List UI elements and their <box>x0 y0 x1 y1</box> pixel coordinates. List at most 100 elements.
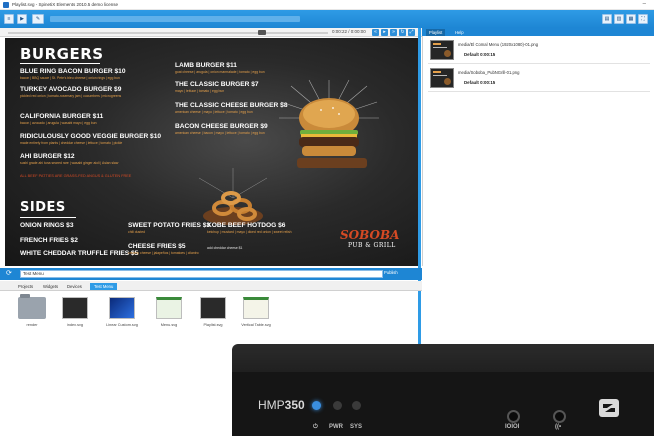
sys-led <box>352 401 361 410</box>
menu-item: THE CLASSIC CHEESE BURGER $8 <box>175 102 288 109</box>
tab-help[interactable]: Help <box>452 29 467 36</box>
search-input[interactable]: Test Menu <box>20 270 383 278</box>
file-tile-menu[interactable]: Menu.svg <box>151 297 187 327</box>
minimize-icon[interactable]: – <box>643 1 646 7</box>
spinetix-logo-icon <box>599 399 619 417</box>
sides-heading: SIDES <box>20 200 66 215</box>
refresh-icon[interactable]: ⟳ <box>6 270 14 278</box>
brand-name: SOBOBA <box>340 228 400 242</box>
right-panel-tabs: Playlist Help <box>422 28 654 36</box>
menu-button[interactable]: ≡ <box>4 14 14 24</box>
menu-item: ONION RINGS $3 <box>20 222 74 229</box>
sides-underline <box>20 217 76 218</box>
toolbar-field[interactable] <box>50 16 300 22</box>
power-led <box>312 401 321 410</box>
playlist-item-duration: Default 0:00:15 <box>464 52 496 57</box>
file-thumbnail <box>109 297 135 319</box>
menu-item: FRENCH FRIES $2 <box>20 237 78 244</box>
audio-port <box>553 410 566 423</box>
new-project-button[interactable]: ✎ <box>32 14 44 24</box>
timecode: 0:00:22 / 0:00:00 <box>332 29 366 34</box>
menu-item-desc: chili dusted <box>128 230 145 234</box>
refresh-icon[interactable]: ↻ <box>399 29 406 36</box>
playlist-item-name: media/El Comal Menu (1920x1080)-01.png <box>458 42 539 47</box>
menu-item-desc: made entirely from plants | cheddar chee… <box>20 141 123 145</box>
tab-playlist[interactable]: Playlist <box>426 29 446 36</box>
menu-item: RIDICULOUSLY GOOD VEGGIE BURGER $10 <box>20 133 162 140</box>
file-label: Linear Custom.svg <box>106 323 138 327</box>
timeline-track[interactable] <box>8 32 328 34</box>
title-bar: Playlist.svg - SpinetiX Elements 2010.5 … <box>0 0 654 10</box>
serial-port <box>507 410 520 423</box>
window-title: Playlist.svg - SpinetiX Elements 2010.5 … <box>12 2 119 7</box>
menu-item-desc: creamy cheese | jalapeños | tomatoes | c… <box>128 251 199 255</box>
file-label: Vertical Table.svg <box>241 323 271 327</box>
file-thumbnail <box>62 297 88 319</box>
burgers-note: ALL BEEF PATTIES ARE GRASS-FED ANGUS & G… <box>20 174 132 178</box>
fit-icon[interactable]: ⤢ <box>408 29 415 36</box>
menu-item-desc: american cheese | bacon | mayo | lettuce… <box>175 131 265 135</box>
menu-item: TURKEY AVOCADO BURGER $9 <box>20 86 122 93</box>
menu-item-desc: mayo | lettuce | tomato | egg bun <box>175 89 225 93</box>
forward-icon[interactable]: » <box>390 29 397 36</box>
burgers-heading: BURGERS <box>20 45 104 63</box>
tab-widgets[interactable]: Widgets <box>39 283 62 290</box>
layout-left-icon[interactable]: ▤ <box>602 14 612 24</box>
power-icon: ⏻ <box>313 424 318 430</box>
file-tile-vertical-table[interactable]: Vertical Table.svg <box>238 297 274 327</box>
brand-sub: PUB & GRILL <box>348 242 396 249</box>
layout-bottom-icon[interactable]: ▦ <box>626 14 636 24</box>
model-prefix: HMP <box>258 398 285 412</box>
menu-item: KOBE BEEF HOTDOG $6 <box>207 222 286 229</box>
playlist-item[interactable]: media/Soboba_PubNGrill-01.png Default 0:… <box>428 66 650 92</box>
file-label: render <box>26 323 38 327</box>
folder-icon <box>18 294 46 319</box>
file-tile-linear-custom[interactable]: Linear Custom.svg <box>104 297 140 327</box>
file-tile-index[interactable]: index.svg <box>57 297 93 327</box>
playlist-item[interactable]: media/El Comal Menu (1920x1080)-01.png D… <box>428 38 650 64</box>
toolbar: ≡ ▶ ✎ ▤ ▥ ▦ ⛶ <box>0 10 654 28</box>
rewind-icon[interactable]: « <box>372 29 379 36</box>
menu-item-note: add cheddar cheese $1 <box>207 246 243 250</box>
file-label: Menu.svg <box>160 323 178 327</box>
soboba-logo: SOBOBA PUB & GRILL <box>340 228 399 249</box>
menu-item: WHITE CHEDDAR TRUFFLE FRIES $5 <box>20 250 139 257</box>
app-icon <box>3 1 9 8</box>
tab-projects[interactable]: Projects <box>14 283 37 290</box>
onion-rings-image <box>198 168 268 225</box>
device-top <box>232 344 654 372</box>
menu-item: SWEET POTATO FRIES $3 <box>128 222 211 229</box>
file-thumbnail <box>200 297 226 319</box>
menu-board-preview: BURGERS BLUE RING BACON BURGER $10 bacon… <box>5 38 420 266</box>
publish-button[interactable]: Publish <box>384 270 398 275</box>
tab-devices[interactable]: Devices <box>63 283 86 290</box>
menu-item-desc: bacon | BBQ sauce | St. Pete's bleu chee… <box>20 76 120 80</box>
file-label: index.svg <box>66 323 84 327</box>
menu-item-desc: american cheese | mayo | lettuce | tomat… <box>175 110 253 114</box>
file-tile-playlist[interactable]: Playlist.svg <box>195 297 231 327</box>
menu-item: BACON CHEESE BURGER $9 <box>175 123 268 130</box>
menu-item: THE CLASSIC BURGER $7 <box>175 81 259 88</box>
file-label: Playlist.svg <box>203 323 223 327</box>
menu-item: AHI BURGER $12 <box>20 153 75 160</box>
menu-item-desc: ketchup | mustard | mayo | diced red oni… <box>207 230 292 234</box>
layout-split-icon[interactable]: ▥ <box>614 14 624 24</box>
tab-test-menu[interactable]: Test Menu <box>90 283 118 290</box>
file-thumbnail <box>243 297 269 319</box>
menu-item-desc: goat cheese | arugula | onion marmalade … <box>175 70 265 74</box>
file-tile-render[interactable]: render <box>14 294 50 327</box>
playlist-thumbnail <box>430 68 454 88</box>
play-button[interactable]: ▶ <box>17 14 27 24</box>
serial-port-label: IOIOI <box>505 424 520 430</box>
file-thumbnail <box>156 297 182 319</box>
menu-item-desc: sushi grade ahi tuna seared rare | wasab… <box>20 161 119 165</box>
menu-item: BLUE RING BACON BURGER $10 <box>20 68 126 75</box>
audio-icon: ((• <box>555 424 562 430</box>
play-icon[interactable]: ▸ <box>381 29 388 36</box>
playlist-thumbnail <box>430 40 454 60</box>
vertical-scrollbar[interactable] <box>418 28 421 368</box>
playlist-item-name: media/Soboba_PubNGrill-01.png <box>458 70 520 75</box>
pwr-label: PWR <box>329 424 343 430</box>
timeline-knob[interactable] <box>258 30 266 35</box>
fullscreen-icon[interactable]: ⛶ <box>638 14 648 24</box>
